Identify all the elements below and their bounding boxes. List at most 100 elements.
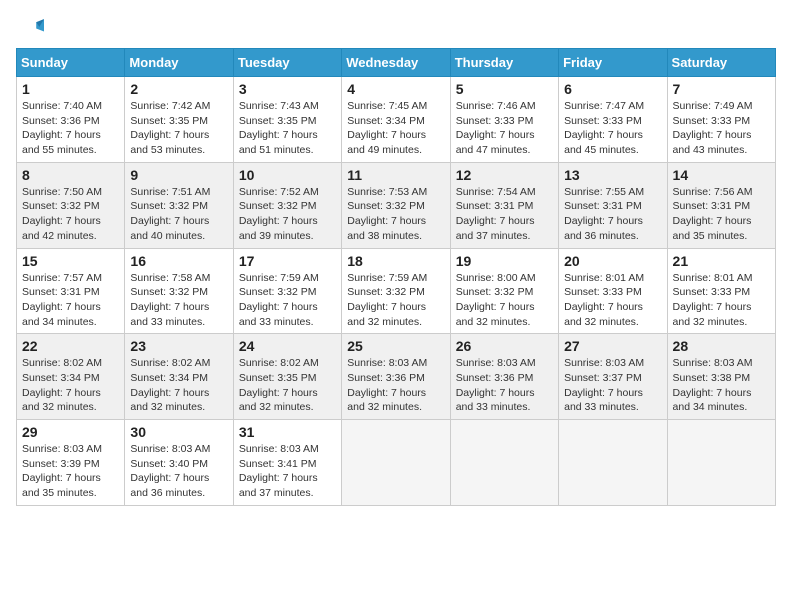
day-number: 21 <box>673 253 770 269</box>
day-number: 26 <box>456 338 553 354</box>
calendar-header-row: SundayMondayTuesdayWednesdayThursdayFrid… <box>17 49 776 77</box>
day-info: Sunrise: 7:53 AM Sunset: 3:32 PM Dayligh… <box>347 185 444 244</box>
calendar-cell: 9 Sunrise: 7:51 AM Sunset: 3:32 PM Daylig… <box>125 162 233 248</box>
day-info: Sunrise: 7:56 AM Sunset: 3:31 PM Dayligh… <box>673 185 770 244</box>
calendar-cell <box>667 420 775 506</box>
calendar-cell: 4 Sunrise: 7:45 AM Sunset: 3:34 PM Daylig… <box>342 77 450 163</box>
calendar-cell: 28 Sunrise: 8:03 AM Sunset: 3:38 PM Dayli… <box>667 334 775 420</box>
day-number: 10 <box>239 167 336 183</box>
day-number: 4 <box>347 81 444 97</box>
day-number: 31 <box>239 424 336 440</box>
day-number: 23 <box>130 338 227 354</box>
calendar-cell: 1 Sunrise: 7:40 AM Sunset: 3:36 PM Daylig… <box>17 77 125 163</box>
day-number: 14 <box>673 167 770 183</box>
day-info: Sunrise: 7:40 AM Sunset: 3:36 PM Dayligh… <box>22 99 119 158</box>
calendar-cell: 21 Sunrise: 8:01 AM Sunset: 3:33 PM Dayli… <box>667 248 775 334</box>
calendar-cell: 8 Sunrise: 7:50 AM Sunset: 3:32 PM Daylig… <box>17 162 125 248</box>
calendar-cell: 16 Sunrise: 7:58 AM Sunset: 3:32 PM Dayli… <box>125 248 233 334</box>
calendar-week-row: 22 Sunrise: 8:02 AM Sunset: 3:34 PM Dayli… <box>17 334 776 420</box>
calendar: SundayMondayTuesdayWednesdayThursdayFrid… <box>16 48 776 506</box>
day-info: Sunrise: 8:03 AM Sunset: 3:39 PM Dayligh… <box>22 442 119 501</box>
day-number: 12 <box>456 167 553 183</box>
column-header-friday: Friday <box>559 49 667 77</box>
day-number: 27 <box>564 338 661 354</box>
day-number: 2 <box>130 81 227 97</box>
day-number: 16 <box>130 253 227 269</box>
calendar-cell: 5Sunrise: 7:46 AM Sunset: 3:33 PM Daylig… <box>450 77 558 163</box>
column-header-wednesday: Wednesday <box>342 49 450 77</box>
column-header-saturday: Saturday <box>667 49 775 77</box>
calendar-cell: 17 Sunrise: 7:59 AM Sunset: 3:32 PM Dayli… <box>233 248 341 334</box>
calendar-cell <box>559 420 667 506</box>
column-header-monday: Monday <box>125 49 233 77</box>
calendar-cell: 31 Sunrise: 8:03 AM Sunset: 3:41 PM Dayli… <box>233 420 341 506</box>
day-info: Sunrise: 7:50 AM Sunset: 3:32 PM Dayligh… <box>22 185 119 244</box>
day-info: Sunrise: 8:01 AM Sunset: 3:33 PM Dayligh… <box>673 271 770 330</box>
day-info: Sunrise: 7:52 AM Sunset: 3:32 PM Dayligh… <box>239 185 336 244</box>
calendar-cell: 10 Sunrise: 7:52 AM Sunset: 3:32 PM Dayli… <box>233 162 341 248</box>
day-number: 22 <box>22 338 119 354</box>
day-info: Sunrise: 7:49 AM Sunset: 3:33 PM Dayligh… <box>673 99 770 158</box>
day-number: 5 <box>456 81 553 97</box>
calendar-week-row: 8 Sunrise: 7:50 AM Sunset: 3:32 PM Daylig… <box>17 162 776 248</box>
day-number: 8 <box>22 167 119 183</box>
day-number: 13 <box>564 167 661 183</box>
calendar-cell: 12 Sunrise: 7:54 AM Sunset: 3:31 PM Dayli… <box>450 162 558 248</box>
calendar-cell: 26 Sunrise: 8:03 AM Sunset: 3:36 PM Dayli… <box>450 334 558 420</box>
calendar-week-row: 29 Sunrise: 8:03 AM Sunset: 3:39 PM Dayli… <box>17 420 776 506</box>
day-number: 28 <box>673 338 770 354</box>
calendar-cell: 15Sunrise: 7:57 AM Sunset: 3:31 PM Dayli… <box>17 248 125 334</box>
day-info: Sunrise: 7:42 AM Sunset: 3:35 PM Dayligh… <box>130 99 227 158</box>
logo <box>16 16 48 44</box>
day-info: Sunrise: 8:02 AM Sunset: 3:34 PM Dayligh… <box>22 356 119 415</box>
day-info: Sunrise: 8:03 AM Sunset: 3:36 PM Dayligh… <box>456 356 553 415</box>
day-number: 20 <box>564 253 661 269</box>
calendar-cell: 6Sunrise: 7:47 AM Sunset: 3:33 PM Daylig… <box>559 77 667 163</box>
calendar-week-row: 1 Sunrise: 7:40 AM Sunset: 3:36 PM Daylig… <box>17 77 776 163</box>
calendar-cell: 18 Sunrise: 7:59 AM Sunset: 3:32 PM Dayli… <box>342 248 450 334</box>
calendar-cell: 19Sunrise: 8:00 AM Sunset: 3:32 PM Dayli… <box>450 248 558 334</box>
day-number: 9 <box>130 167 227 183</box>
calendar-cell: 11Sunrise: 7:53 AM Sunset: 3:32 PM Dayli… <box>342 162 450 248</box>
calendar-cell: 25 Sunrise: 8:03 AM Sunset: 3:36 PM Dayli… <box>342 334 450 420</box>
calendar-cell: 7 Sunrise: 7:49 AM Sunset: 3:33 PM Daylig… <box>667 77 775 163</box>
day-info: Sunrise: 8:00 AM Sunset: 3:32 PM Dayligh… <box>456 271 553 330</box>
calendar-cell: 24Sunrise: 8:02 AM Sunset: 3:35 PM Dayli… <box>233 334 341 420</box>
day-info: Sunrise: 8:03 AM Sunset: 3:40 PM Dayligh… <box>130 442 227 501</box>
day-info: Sunrise: 7:47 AM Sunset: 3:33 PM Dayligh… <box>564 99 661 158</box>
calendar-cell: 14 Sunrise: 7:56 AM Sunset: 3:31 PM Dayli… <box>667 162 775 248</box>
calendar-cell: 22 Sunrise: 8:02 AM Sunset: 3:34 PM Dayli… <box>17 334 125 420</box>
day-info: Sunrise: 8:03 AM Sunset: 3:37 PM Dayligh… <box>564 356 661 415</box>
day-info: Sunrise: 7:54 AM Sunset: 3:31 PM Dayligh… <box>456 185 553 244</box>
day-number: 30 <box>130 424 227 440</box>
column-header-sunday: Sunday <box>17 49 125 77</box>
calendar-cell: 2 Sunrise: 7:42 AM Sunset: 3:35 PM Daylig… <box>125 77 233 163</box>
day-number: 18 <box>347 253 444 269</box>
day-number: 7 <box>673 81 770 97</box>
day-number: 24 <box>239 338 336 354</box>
day-info: Sunrise: 7:45 AM Sunset: 3:34 PM Dayligh… <box>347 99 444 158</box>
day-number: 25 <box>347 338 444 354</box>
day-number: 29 <box>22 424 119 440</box>
calendar-cell: 30 Sunrise: 8:03 AM Sunset: 3:40 PM Dayli… <box>125 420 233 506</box>
day-info: Sunrise: 7:59 AM Sunset: 3:32 PM Dayligh… <box>239 271 336 330</box>
day-info: Sunrise: 7:58 AM Sunset: 3:32 PM Dayligh… <box>130 271 227 330</box>
calendar-cell: 20Sunrise: 8:01 AM Sunset: 3:33 PM Dayli… <box>559 248 667 334</box>
day-number: 17 <box>239 253 336 269</box>
day-number: 3 <box>239 81 336 97</box>
day-info: Sunrise: 7:43 AM Sunset: 3:35 PM Dayligh… <box>239 99 336 158</box>
calendar-week-row: 15Sunrise: 7:57 AM Sunset: 3:31 PM Dayli… <box>17 248 776 334</box>
calendar-cell <box>450 420 558 506</box>
day-info: Sunrise: 8:03 AM Sunset: 3:36 PM Dayligh… <box>347 356 444 415</box>
day-info: Sunrise: 7:51 AM Sunset: 3:32 PM Dayligh… <box>130 185 227 244</box>
calendar-cell: 29 Sunrise: 8:03 AM Sunset: 3:39 PM Dayli… <box>17 420 125 506</box>
calendar-cell: 27 Sunrise: 8:03 AM Sunset: 3:37 PM Dayli… <box>559 334 667 420</box>
day-info: Sunrise: 8:03 AM Sunset: 3:41 PM Dayligh… <box>239 442 336 501</box>
day-number: 1 <box>22 81 119 97</box>
day-info: Sunrise: 8:03 AM Sunset: 3:38 PM Dayligh… <box>673 356 770 415</box>
day-info: Sunrise: 7:59 AM Sunset: 3:32 PM Dayligh… <box>347 271 444 330</box>
calendar-cell <box>342 420 450 506</box>
column-header-thursday: Thursday <box>450 49 558 77</box>
day-info: Sunrise: 8:02 AM Sunset: 3:34 PM Dayligh… <box>130 356 227 415</box>
day-number: 15 <box>22 253 119 269</box>
